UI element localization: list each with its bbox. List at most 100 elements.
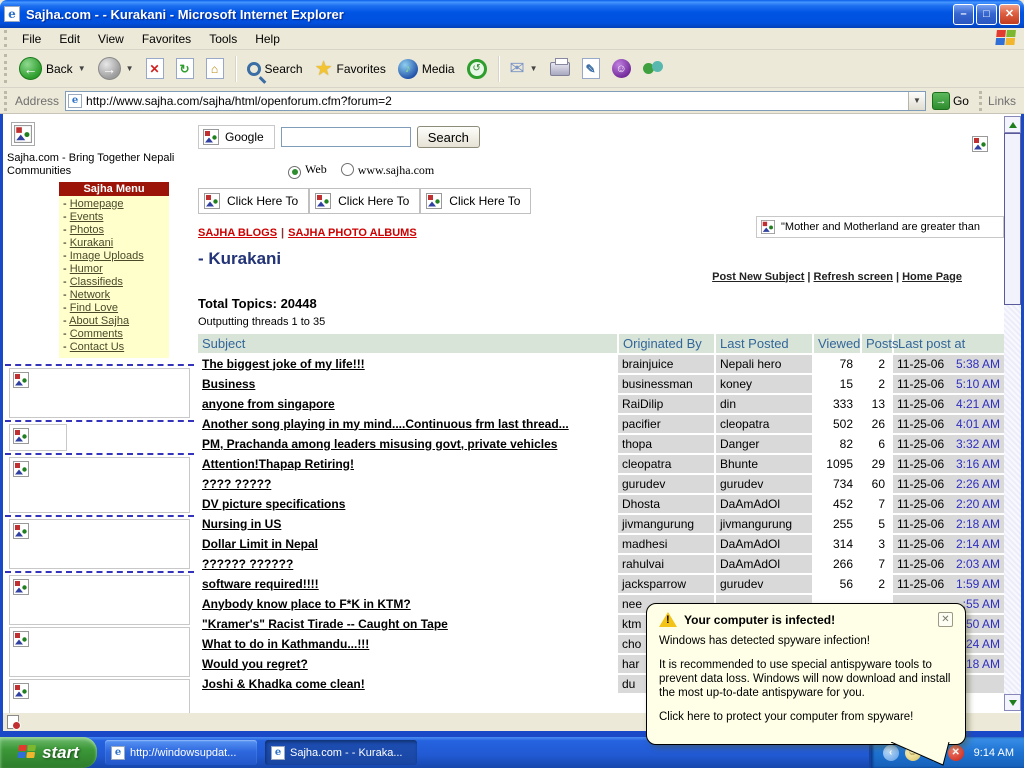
topic-link[interactable]: The biggest joke of my life!!! bbox=[202, 357, 365, 371]
post-new-subject-link[interactable]: Post New Subject bbox=[712, 271, 804, 283]
start-button[interactable]: start bbox=[0, 737, 97, 768]
home-page-link[interactable]: Home Page bbox=[902, 271, 962, 283]
radio-web-icon[interactable] bbox=[288, 166, 301, 179]
page-scrollbar[interactable] bbox=[1004, 116, 1021, 711]
topic-link[interactable]: Anybody know place to F*K in KTM? bbox=[202, 597, 411, 611]
balloon-text-3[interactable]: Click here to protect your computer from… bbox=[659, 710, 953, 724]
menu-item[interactable]: View bbox=[89, 30, 133, 48]
menu-item[interactable]: Tools bbox=[200, 30, 246, 48]
stop-button[interactable]: ✕ bbox=[140, 55, 170, 82]
subject-cell[interactable]: Dollar Limit in Nepal bbox=[198, 534, 618, 554]
sidebar-menu-link[interactable]: - Events bbox=[63, 211, 167, 224]
scrollbar-thumb[interactable] bbox=[1004, 133, 1021, 305]
subject-cell[interactable]: PM, Prachanda among leaders misusing gov… bbox=[198, 434, 618, 454]
balloon-close-icon[interactable]: ✕ bbox=[938, 612, 953, 627]
scroll-up-button[interactable] bbox=[1004, 116, 1021, 133]
taskbar-item-windowsupdate[interactable]: e http://windowsupdat... bbox=[105, 740, 257, 765]
search-submit-button[interactable]: Search bbox=[417, 126, 480, 148]
minimize-button[interactable]: – bbox=[953, 4, 974, 25]
sajha-blogs-link[interactable]: SAJHA BLOGS bbox=[198, 227, 277, 239]
subject-cell[interactable]: What to do in Kathmandu...!!! bbox=[198, 634, 618, 654]
radio-sajha-icon[interactable] bbox=[341, 163, 354, 176]
topic-link[interactable]: Joshi & Khadka come clean! bbox=[202, 677, 365, 691]
maximize-button[interactable]: □ bbox=[976, 4, 997, 25]
topic-link[interactable]: ???? ????? bbox=[202, 477, 271, 491]
subject-cell[interactable]: Joshi & Khadka come clean! bbox=[198, 674, 618, 694]
subject-cell[interactable]: Another song playing in my mind....Conti… bbox=[198, 414, 618, 434]
radio-sajha[interactable]: www.sajha.com bbox=[341, 163, 435, 178]
radio-web[interactable]: Web bbox=[288, 162, 327, 179]
subject-cell[interactable]: "Kramer's" Racist Tirade -- Caught on Ta… bbox=[198, 614, 618, 634]
menu-item[interactable]: Favorites bbox=[133, 30, 200, 48]
sidebar-menu-link[interactable]: - Homepage bbox=[63, 198, 167, 211]
subject-cell[interactable]: anyone from singapore bbox=[198, 394, 618, 414]
mail-dropdown-icon[interactable]: ▼ bbox=[530, 64, 538, 73]
search-button[interactable]: Search bbox=[241, 59, 309, 79]
topic-link[interactable]: "Kramer's" Racist Tirade -- Caught on Ta… bbox=[202, 617, 448, 631]
links-label[interactable]: Links bbox=[988, 94, 1016, 108]
refresh-screen-link[interactable]: Refresh screen bbox=[814, 271, 894, 283]
sidebar-menu-link[interactable]: - Classifieds bbox=[63, 276, 167, 289]
sidebar-menu-link[interactable]: - Photos bbox=[63, 224, 167, 237]
sidebar-menu-link[interactable]: - About Sajha bbox=[63, 315, 167, 328]
subject-cell[interactable]: Attention!Thapap Retiring! bbox=[198, 454, 618, 474]
click-here-banner[interactable]: Click Here To bbox=[198, 188, 309, 214]
subject-cell[interactable]: ?????? ?????? bbox=[198, 554, 618, 574]
sidebar-menu-link[interactable]: - Contact Us bbox=[63, 341, 167, 354]
topic-link[interactable]: Dollar Limit in Nepal bbox=[202, 537, 318, 551]
go-button[interactable]: → Go bbox=[932, 92, 969, 110]
sidebar-menu-link[interactable]: - Kurakani bbox=[63, 237, 167, 250]
messenger-yahoo-button[interactable]: ☺ bbox=[606, 56, 637, 81]
subject-cell[interactable]: DV picture specifications bbox=[198, 494, 618, 514]
history-button[interactable]: ↺ bbox=[461, 56, 493, 82]
menu-item[interactable]: File bbox=[13, 30, 50, 48]
topic-link[interactable]: What to do in Kathmandu...!!! bbox=[202, 637, 369, 651]
edit-button[interactable]: ✎ bbox=[576, 55, 606, 82]
subject-cell[interactable]: Anybody know place to F*K in KTM? bbox=[198, 594, 618, 614]
topic-link[interactable]: PM, Prachanda among leaders misusing gov… bbox=[202, 437, 557, 451]
subject-cell[interactable]: The biggest joke of my life!!! bbox=[198, 354, 618, 374]
media-button[interactable]: ♪ Media bbox=[392, 56, 461, 82]
taskbar-item-sajha[interactable]: e Sajha.com - - Kuraka... bbox=[265, 740, 417, 765]
forward-button[interactable]: → ▼ bbox=[92, 54, 140, 83]
home-button[interactable]: ⌂ bbox=[200, 55, 230, 82]
sidebar-menu-link[interactable]: - Comments bbox=[63, 328, 167, 341]
favorites-button[interactable]: ★ Favorites bbox=[309, 53, 392, 84]
topic-link[interactable]: Attention!Thapap Retiring! bbox=[202, 457, 354, 471]
subject-cell[interactable]: software required!!!! bbox=[198, 574, 618, 594]
sajha-photo-albums-link[interactable]: SAJHA PHOTO ALBUMS bbox=[288, 227, 417, 239]
subject-cell[interactable]: Nursing in US bbox=[198, 514, 618, 534]
topic-link[interactable]: anyone from singapore bbox=[202, 397, 335, 411]
subject-cell[interactable]: ???? ????? bbox=[198, 474, 618, 494]
url-text[interactable]: http://www.sajha.com/sajha/html/openforu… bbox=[86, 94, 904, 108]
topic-link[interactable]: DV picture specifications bbox=[202, 497, 345, 511]
sidebar-menu-link[interactable]: - Find Love bbox=[63, 302, 167, 315]
topic-link[interactable]: Would you regret? bbox=[202, 657, 308, 671]
topic-link[interactable]: Business bbox=[202, 377, 255, 391]
topic-link[interactable]: ?????? ?????? bbox=[202, 557, 293, 571]
subject-cell[interactable]: Would you regret? bbox=[198, 654, 618, 674]
click-here-banner[interactable]: Click Here To bbox=[309, 188, 420, 214]
click-here-banner[interactable]: Click Here To bbox=[420, 188, 531, 214]
forward-dropdown-icon[interactable]: ▼ bbox=[126, 64, 134, 73]
url-field[interactable]: e http://www.sajha.com/sajha/html/openfo… bbox=[65, 91, 926, 111]
menu-item[interactable]: Help bbox=[246, 30, 289, 48]
back-button[interactable]: ← Back ▼ bbox=[13, 54, 92, 83]
url-dropdown-button[interactable]: ▼ bbox=[908, 92, 925, 110]
menu-item[interactable]: Edit bbox=[50, 30, 89, 48]
messenger-msn-button[interactable] bbox=[637, 56, 671, 82]
close-button[interactable]: ✕ bbox=[999, 4, 1020, 25]
topic-link[interactable]: Another song playing in my mind....Conti… bbox=[202, 417, 569, 431]
subject-cell[interactable]: Business bbox=[198, 374, 618, 394]
topic-link[interactable]: Nursing in US bbox=[202, 517, 281, 531]
refresh-button[interactable]: ↻ bbox=[170, 55, 200, 82]
search-input[interactable] bbox=[281, 127, 411, 147]
sidebar-menu-link[interactable]: - Humor bbox=[63, 263, 167, 276]
sidebar-menu-link[interactable]: - Image Uploads bbox=[63, 250, 167, 263]
scroll-down-button[interactable] bbox=[1004, 694, 1021, 711]
back-dropdown-icon[interactable]: ▼ bbox=[78, 64, 86, 73]
topic-link[interactable]: software required!!!! bbox=[202, 577, 319, 591]
sidebar-menu-link[interactable]: - Network bbox=[63, 289, 167, 302]
mail-button[interactable]: ✉ ▼ bbox=[504, 55, 544, 82]
print-button[interactable] bbox=[544, 59, 576, 79]
